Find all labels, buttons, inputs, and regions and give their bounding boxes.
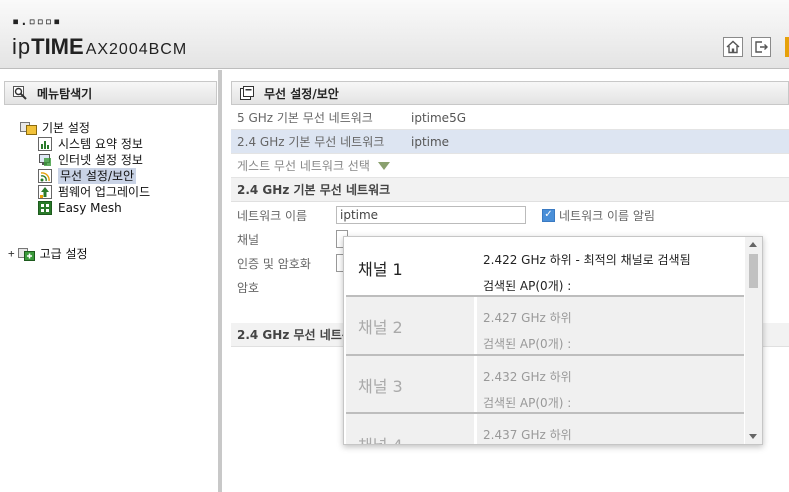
channel-option-2[interactable]: 채널 2 2.427 GHz 하위 검색된 AP(0개) : — [346, 297, 744, 355]
tree-label: 시스템 요약 정보 — [58, 137, 143, 151]
tree-label: Easy Mesh — [58, 201, 122, 215]
accent-tab — [785, 37, 789, 57]
menu-explorer-label: 메뉴탐색기 — [37, 86, 93, 101]
row-label: 게스트 무선 네트워크 선택 — [237, 159, 370, 173]
dropdown-scrollbar[interactable] — [745, 237, 762, 444]
channel-label: 채널 — [237, 232, 260, 247]
auth-label: 인증 및 암호화 — [237, 256, 311, 271]
channel-info: 2.422 GHz 하위 - 최적의 채널로 검색됨 검색된 AP(0개) : — [477, 239, 744, 297]
row-label: 2.4 GHz 기본 무선 네트워크 — [237, 135, 385, 149]
folder-closed-icon — [17, 247, 35, 261]
scroll-up-icon[interactable] — [749, 242, 757, 247]
model-name: AX2004BCM — [85, 41, 188, 58]
channel-option-4[interactable]: 채널 4 2.437 GHz 하위 — [346, 414, 744, 444]
channel-option-3[interactable]: 채널 3 2.432 GHz 하위 검색된 AP(0개) : — [346, 356, 744, 414]
home-icon[interactable] — [723, 37, 743, 57]
channel-name: 채널 2 — [346, 297, 474, 355]
channel-name: 채널 1 — [346, 239, 474, 297]
channel-freq: 2.437 GHz 하위 — [483, 428, 572, 442]
tree-label: 펌웨어 업그레이드 — [58, 185, 151, 199]
app-header: ▪.▫▫▫▪ ipTIME AX2004BCM — [0, 0, 789, 69]
tree-item-easymesh[interactable]: Easy Mesh — [38, 200, 122, 216]
channel-option-1[interactable]: 채널 1 2.422 GHz 하위 - 최적의 채널로 검색됨 검색된 AP(0… — [346, 239, 744, 297]
monitor-icon — [38, 153, 52, 167]
upgrade-icon — [38, 185, 52, 199]
magnifier-icon — [13, 86, 27, 100]
guest-network-select[interactable]: 게스트 무선 네트워크 선택 — [231, 154, 789, 178]
channel-dropdown[interactable]: 채널 1 2.422 GHz 하위 - 최적의 채널로 검색됨 검색된 AP(0… — [343, 236, 763, 445]
wireless-icon — [38, 169, 52, 183]
scroll-thumb[interactable] — [749, 254, 758, 288]
tree-folder-advanced[interactable]: + 고급 설정 — [8, 246, 88, 262]
tree-label: 기본 설정 — [42, 121, 90, 135]
tree-folder-basic[interactable]: 기본 설정 — [20, 120, 90, 136]
sidebar: 메뉴탐색기 기본 설정 시스템 요약 정보 인터넷 설정 정보 무선 설정/보안 — [0, 70, 222, 492]
row-value: iptime5G — [411, 110, 466, 125]
channel-name: 채널 3 — [346, 356, 474, 414]
tree-item-internet[interactable]: 인터넷 설정 정보 — [38, 152, 143, 168]
channel-freq: 2.422 GHz 하위 - 최적의 채널로 검색됨 — [483, 253, 691, 267]
network-row-5g[interactable]: 5 GHz 기본 무선 네트워크 iptime5G — [231, 106, 789, 130]
channel-freq: 2.427 GHz 하위 — [483, 311, 572, 325]
channel-info: 2.437 GHz 하위 — [477, 414, 744, 444]
folder-open-icon — [20, 121, 37, 135]
brand-time: TIME — [31, 34, 84, 59]
channel-info: 2.432 GHz 하위 검색된 AP(0개) : — [477, 356, 744, 414]
page-title: 무선 설정/보안 — [264, 86, 339, 101]
header-actions — [723, 37, 771, 57]
tree-label: 고급 설정 — [39, 247, 88, 261]
broadcast-checkbox[interactable]: ✓ — [542, 208, 555, 222]
channel-name: 채널 4 — [346, 414, 474, 444]
channel-freq: 2.432 GHz 하위 — [483, 370, 572, 384]
channel-info: 2.427 GHz 하위 검색된 AP(0개) : — [477, 297, 744, 355]
mesh-icon — [38, 201, 52, 215]
menu-explorer-title: 메뉴탐색기 — [4, 81, 217, 105]
section-title-24g: 2.4 GHz 기본 무선 네트워크 — [231, 178, 789, 202]
logout-icon[interactable] — [751, 37, 771, 57]
network-name-input[interactable] — [336, 206, 526, 224]
chart-icon — [38, 137, 52, 151]
password-label: 암호 — [237, 280, 260, 295]
row-label: 5 GHz 기본 무선 네트워크 — [237, 111, 373, 125]
row-value: iptime — [411, 134, 450, 149]
tree-item-firmware[interactable]: 펌웨어 업그레이드 — [38, 184, 150, 200]
network-name-label: 네트워크 이름 — [237, 208, 308, 223]
brand-logo: ipTIME AX2004BCM — [12, 34, 187, 60]
network-name-row: 네트워크 이름 ✓ 네트워크 이름 알림 — [231, 203, 789, 227]
expand-icon[interactable]: + — [8, 246, 15, 262]
brand-ip: ip — [12, 34, 32, 59]
dropdown-arrow-icon[interactable] — [377, 161, 390, 170]
tree-label-selected: 무선 설정/보안 — [58, 168, 137, 184]
scroll-down-icon[interactable] — [749, 434, 757, 439]
network-row-24g[interactable]: 2.4 GHz 기본 무선 네트워크 iptime — [231, 130, 789, 154]
tree-label: 인터넷 설정 정보 — [58, 153, 143, 167]
tree-item-wireless[interactable]: 무선 설정/보안 — [38, 168, 137, 184]
window-icon — [240, 86, 254, 100]
logo-mark: ▪.▫▫▫▪ — [12, 14, 62, 28]
main-title-bar: 무선 설정/보안 — [231, 81, 789, 105]
broadcast-label: 네트워크 이름 알림 — [559, 208, 655, 223]
tree-item-system-summary[interactable]: 시스템 요약 정보 — [38, 136, 143, 152]
